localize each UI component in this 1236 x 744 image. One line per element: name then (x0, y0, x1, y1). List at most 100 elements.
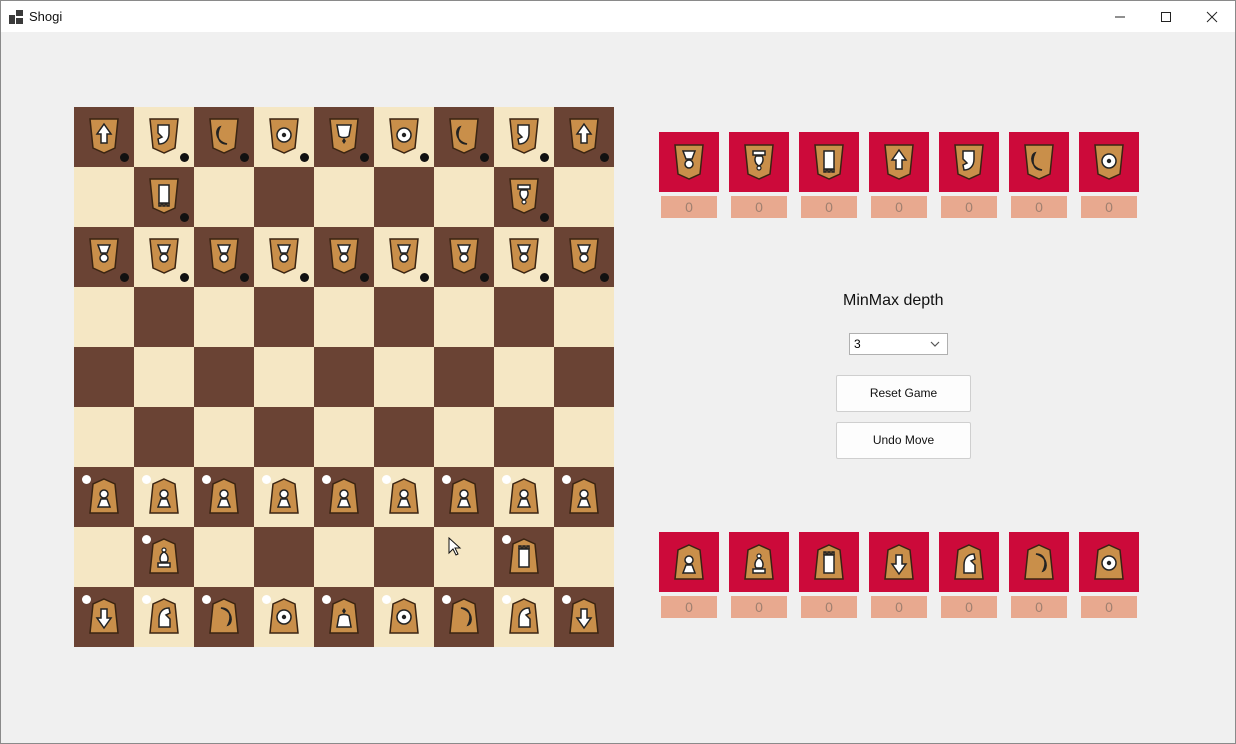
board-square[interactable] (434, 347, 494, 407)
board-square[interactable] (494, 587, 554, 647)
player-captured-pawn[interactable]: 0 (659, 532, 719, 618)
enemy-captured-lance[interactable]: 0 (869, 132, 929, 218)
player-captured-silver[interactable]: 0 (1009, 532, 1069, 618)
enemy-captured-pawn[interactable]: 0 (659, 132, 719, 218)
board-square[interactable] (74, 407, 134, 467)
board-square[interactable] (254, 107, 314, 167)
board-square[interactable] (314, 347, 374, 407)
board-square[interactable] (254, 227, 314, 287)
captured-tile[interactable] (939, 532, 999, 592)
board-square[interactable] (434, 407, 494, 467)
enemy-captured-gold[interactable]: 0 (1079, 132, 1139, 218)
board-square[interactable] (254, 527, 314, 587)
board-square[interactable] (494, 407, 554, 467)
board-square[interactable] (194, 347, 254, 407)
captured-tile[interactable] (659, 532, 719, 592)
board-square[interactable] (434, 587, 494, 647)
board-square[interactable] (374, 527, 434, 587)
captured-tile[interactable] (1079, 132, 1139, 192)
board-square[interactable] (554, 287, 614, 347)
board-square[interactable] (74, 227, 134, 287)
board-square[interactable] (554, 167, 614, 227)
player-captured-lance[interactable]: 0 (869, 532, 929, 618)
board-square[interactable] (314, 407, 374, 467)
captured-tile[interactable] (1079, 532, 1139, 592)
board-square[interactable] (554, 587, 614, 647)
enemy-captured-bishop[interactable]: 0 (729, 132, 789, 218)
board-square[interactable] (254, 167, 314, 227)
board-square[interactable] (554, 467, 614, 527)
board-square[interactable] (434, 167, 494, 227)
board-square[interactable] (494, 107, 554, 167)
board-square[interactable] (314, 467, 374, 527)
undo-move-button[interactable]: Undo Move (836, 422, 971, 459)
board-square[interactable] (194, 107, 254, 167)
board-square[interactable] (194, 407, 254, 467)
board-square[interactable] (314, 587, 374, 647)
captured-tile[interactable] (729, 532, 789, 592)
close-button[interactable] (1189, 1, 1235, 32)
board-square[interactable] (134, 107, 194, 167)
captured-tile[interactable] (869, 132, 929, 192)
board-square[interactable] (434, 287, 494, 347)
board-square[interactable] (494, 347, 554, 407)
board-square[interactable] (374, 347, 434, 407)
board-square[interactable] (554, 407, 614, 467)
board-square[interactable] (194, 287, 254, 347)
captured-tile[interactable] (1009, 532, 1069, 592)
player-captured-knight[interactable]: 0 (939, 532, 999, 618)
board-square[interactable] (254, 287, 314, 347)
board-square[interactable] (494, 527, 554, 587)
board-square[interactable] (314, 527, 374, 587)
minimize-button[interactable] (1097, 1, 1143, 32)
board-square[interactable] (134, 407, 194, 467)
board-square[interactable] (314, 227, 374, 287)
board-square[interactable] (74, 107, 134, 167)
board-square[interactable] (314, 287, 374, 347)
board-square[interactable] (134, 287, 194, 347)
enemy-captured-knight[interactable]: 0 (939, 132, 999, 218)
board-square[interactable] (434, 107, 494, 167)
board-square[interactable] (374, 167, 434, 227)
player-captured-bishop[interactable]: 0 (729, 532, 789, 618)
captured-tile[interactable] (939, 132, 999, 192)
board-square[interactable] (194, 227, 254, 287)
board-square[interactable] (314, 107, 374, 167)
captured-tile[interactable] (799, 132, 859, 192)
player-captured-rook[interactable]: 0 (799, 532, 859, 618)
board-square[interactable] (314, 167, 374, 227)
board-square[interactable] (434, 527, 494, 587)
minmax-depth-select[interactable]: 3 (849, 333, 948, 355)
board-square[interactable] (74, 167, 134, 227)
board-square[interactable] (434, 227, 494, 287)
board-square[interactable] (254, 467, 314, 527)
enemy-captured-silver[interactable]: 0 (1009, 132, 1069, 218)
maximize-button[interactable] (1143, 1, 1189, 32)
board-square[interactable] (74, 587, 134, 647)
board-square[interactable] (374, 467, 434, 527)
board-square[interactable] (74, 527, 134, 587)
board-square[interactable] (254, 587, 314, 647)
board-square[interactable] (194, 467, 254, 527)
board-square[interactable] (374, 107, 434, 167)
board-square[interactable] (374, 587, 434, 647)
board-square[interactable] (254, 347, 314, 407)
board-square[interactable] (254, 407, 314, 467)
board-square[interactable] (134, 467, 194, 527)
board-square[interactable] (74, 347, 134, 407)
board-square[interactable] (554, 527, 614, 587)
captured-tile[interactable] (659, 132, 719, 192)
board-square[interactable] (194, 167, 254, 227)
board-square[interactable] (494, 227, 554, 287)
enemy-captured-rook[interactable]: 0 (799, 132, 859, 218)
board-square[interactable] (194, 527, 254, 587)
captured-tile[interactable] (869, 532, 929, 592)
board-square[interactable] (374, 407, 434, 467)
board-square[interactable] (194, 587, 254, 647)
board-square[interactable] (554, 347, 614, 407)
captured-tile[interactable] (799, 532, 859, 592)
board-square[interactable] (494, 287, 554, 347)
board-square[interactable] (374, 227, 434, 287)
board-square[interactable] (374, 287, 434, 347)
board-square[interactable] (554, 107, 614, 167)
